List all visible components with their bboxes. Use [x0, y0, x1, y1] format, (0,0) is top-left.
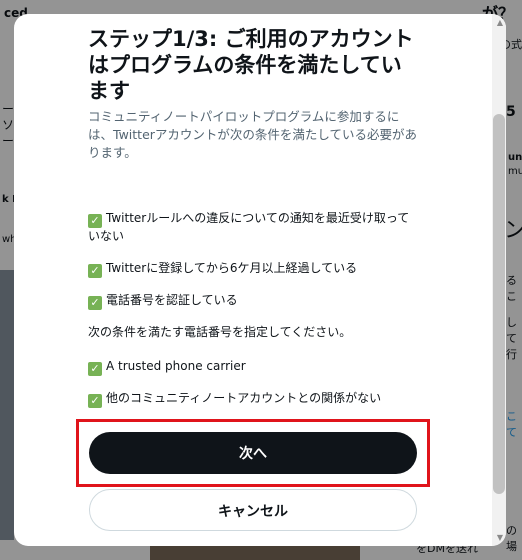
- requirement-item: ✓ 電話番号を認証している: [88, 292, 418, 310]
- scrollbar[interactable]: ▲ ▼: [492, 14, 506, 546]
- check-icon: ✓: [88, 296, 102, 310]
- requirement-item: ✓ 他のコミュニティノートアカウントとの関係がない: [88, 390, 418, 408]
- scroll-down-icon[interactable]: ▼: [497, 533, 503, 542]
- requirement-text: Twitterに登録してから6ケ月以上経過している: [106, 261, 358, 275]
- check-icon: ✓: [88, 214, 102, 228]
- dialog-title: ステップ1/3: ご利用のアカウントはプログラムの条件を満たしています: [88, 27, 414, 103]
- requirement-text: 他のコミュニティノートアカウントとの関係がない: [106, 391, 382, 405]
- requirement-text: A trusted phone carrier: [106, 359, 246, 373]
- check-icon: ✓: [88, 362, 102, 376]
- requirement-text: Twitterルールへの違反についての通知を最近受け取っていない: [88, 211, 410, 243]
- requirement-text: 電話番号を認証している: [106, 293, 238, 307]
- requirement-item: ✓ A trusted phone carrier: [88, 358, 418, 376]
- check-icon: ✓: [88, 394, 102, 408]
- check-icon: ✓: [88, 264, 102, 278]
- requirement-item: ✓ Twitterルールへの違反についての通知を最近受け取っていない: [88, 210, 418, 245]
- scrollbar-thumb[interactable]: [493, 114, 505, 494]
- community-notes-dialog: ステップ1/3: ご利用のアカウントはプログラムの条件を満たしています コミュニ…: [14, 14, 506, 546]
- cancel-button[interactable]: キャンセル: [89, 489, 417, 531]
- dialog-description: コミュニティノートパイロットプログラムに参加するには、Twitterアカウントが…: [88, 109, 418, 160]
- scroll-up-icon[interactable]: ▲: [497, 18, 503, 27]
- next-button[interactable]: 次へ: [89, 432, 417, 474]
- phone-requirements-heading: 次の条件を満たす電話番号を指定してください。: [88, 325, 352, 339]
- requirement-item: ✓ Twitterに登録してから6ケ月以上経過している: [88, 260, 418, 278]
